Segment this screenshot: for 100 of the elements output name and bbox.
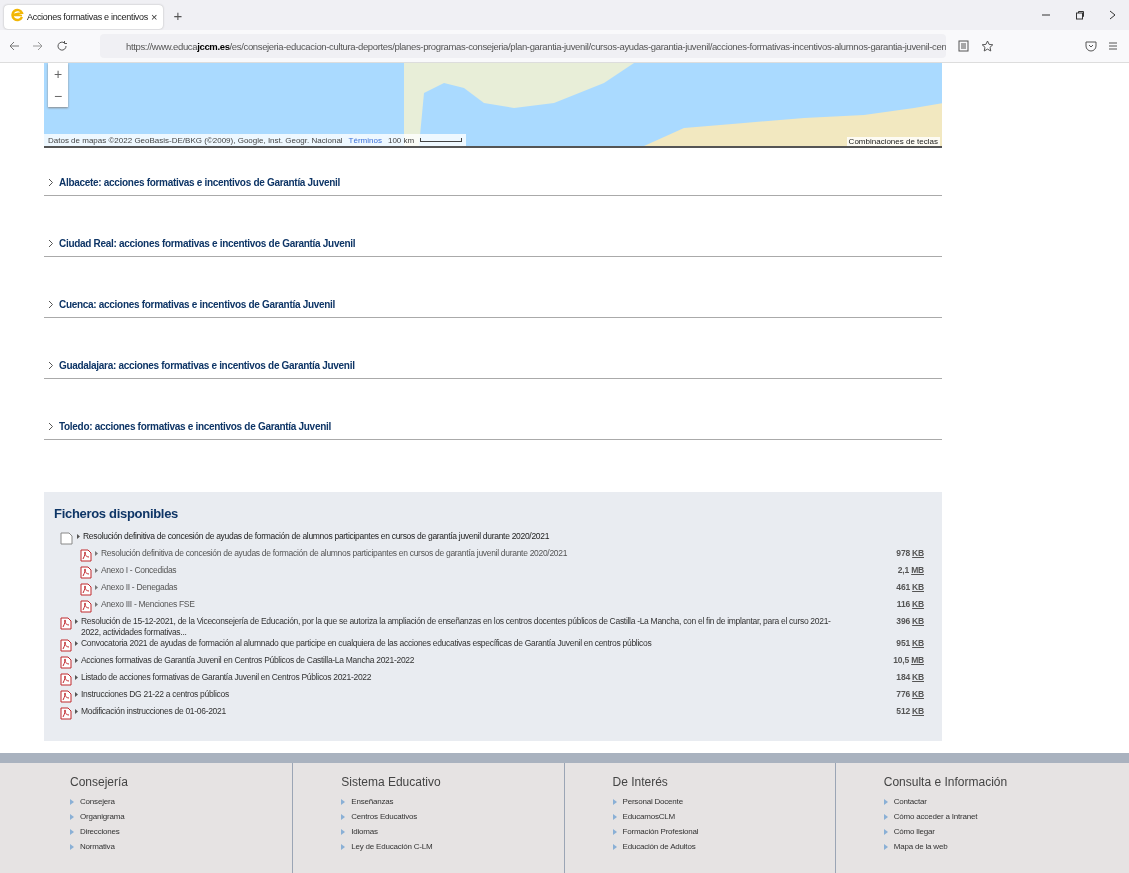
footer-link[interactable]: Normativa — [80, 842, 115, 851]
pdf-icon — [60, 690, 72, 703]
keyboard-shortcuts-link[interactable]: Combinaciones de teclas — [846, 137, 940, 146]
file-link[interactable]: Convocatoria 2021 de ayudas de formación al alumnado que participe en cualquiera de las acciones educativas específicas de Garantía Juvenil en centros públicos — [81, 638, 894, 649]
footer-link[interactable]: EducamosCLM — [622, 812, 675, 821]
file-size: 116 KB — [896, 599, 924, 609]
footer-link[interactable]: Mapa de la web — [893, 842, 948, 851]
footer-link[interactable]: Formación Profesional — [622, 827, 699, 836]
map-attribution: Datos de mapas ©2022 GeoBasis-DE/BKG (©2009), Google, Inst. Geogr. Nacional — [48, 135, 343, 145]
accordion-header[interactable]: Albacete: acciones formativas e incentivos de Garantía Juvenil — [44, 175, 942, 196]
bullet-icon — [95, 585, 98, 590]
chevron-icon — [48, 421, 54, 431]
footer-link[interactable]: Contactar — [893, 797, 927, 806]
footer-link[interactable]: Cómo acceder a Intranet — [893, 812, 978, 821]
footer-link[interactable]: Educación de Adultos — [622, 842, 696, 851]
accordion-header[interactable]: Toledo: acciones formativas e incentivos de Garantía Juvenil — [44, 419, 942, 440]
chevron-icon — [48, 299, 54, 309]
footer-link[interactable]: Personal Docente — [622, 797, 683, 806]
bullet-icon — [612, 798, 617, 805]
footer-heading: De Interés — [612, 775, 669, 789]
file-size: 2,1 MB — [897, 565, 924, 575]
file-link[interactable]: Listado de acciones formativas de Garantía Juvenil en Centros Públicos 2021-2022 — [81, 672, 894, 683]
footer-link[interactable]: Cómo llegar — [893, 827, 935, 836]
file-link[interactable]: Anexo II - Denegadas — [101, 582, 894, 593]
restore-icon[interactable] — [1075, 10, 1085, 20]
bullet-icon — [883, 828, 888, 835]
url-text: https://www.educajccm.es/es/consejeria-educacion-cultura-deportes/planes-programas-consejeria/plan-garantia-juvenil/cursos-ayudas-garantia-juvenil/acciones-formativas-incentivos-alumnos-garantia-juvenil-cen — [126, 40, 946, 52]
footer-link[interactable]: Centros Educativos — [351, 812, 418, 821]
bullet-icon — [75, 619, 78, 624]
file-link[interactable]: Instrucciones DG 21-22 a centros públicos — [81, 689, 894, 700]
browser-tab[interactable]: Acciones formativas e incentivos × — [4, 5, 164, 29]
map-scale: 100 km — [387, 135, 415, 145]
reader-view-icon[interactable] — [958, 40, 969, 52]
bullet-icon — [70, 813, 74, 820]
pdf-icon — [80, 566, 92, 579]
bullet-icon — [75, 641, 78, 646]
map-area[interactable]: + − Datos de mapas ©2022 GeoBasis-DE/BKG (©2009), Google, Inst. Geogr. Nacional Términos 100 km Combinaciones de teclas — [44, 63, 942, 148]
bookmark-star-icon[interactable] — [981, 40, 994, 52]
new-tab-button[interactable]: + — [173, 6, 183, 24]
pdf-icon — [60, 673, 72, 686]
file-link[interactable]: Anexo I - Concedidas — [101, 565, 895, 576]
bullet-icon — [75, 692, 78, 697]
file-size: 184 KB — [896, 672, 924, 682]
file-link[interactable]: Acciones formativas de Garantía Juvenil en Centros Públicos de Castilla-La Mancha 2021-2022 — [81, 655, 891, 666]
chevron-icon — [48, 238, 54, 248]
file-size: 776 KB — [896, 689, 924, 699]
footer-link[interactable]: Consejera — [80, 797, 115, 806]
menu-icon[interactable] — [1109, 41, 1117, 51]
file-link[interactable]: Resolución de 15-12-2021, de la Viceconsejería de Educación, por la que se autoriza la ampliación de enseñanzas en los centros docentes públicos de Castilla -La Mancha, con el fin de implantar, para el curso 2021-2022, actividades formativas... — [81, 616, 894, 638]
back-icon[interactable] — [8, 40, 20, 52]
pdf-icon — [60, 639, 72, 652]
pdf-icon — [80, 600, 92, 613]
terms-link[interactable]: Términos — [348, 135, 382, 145]
reload-icon[interactable] — [56, 40, 68, 52]
document-icon — [60, 532, 74, 545]
file-link[interactable]: Resolución definitiva de concesión de ayudas de formación de alumnos participantes en cursos de garantía juvenil durante 2020/2021 — [83, 531, 924, 542]
bullet-icon — [70, 828, 74, 835]
pdf-icon — [60, 617, 72, 630]
bullet-icon — [75, 658, 78, 663]
bullet-icon — [612, 843, 617, 850]
file-size: 396 KB — [896, 616, 924, 626]
accordion-header[interactable]: Guadalajara: acciones formativas e incentivos de Garantía Juvenil — [44, 358, 942, 379]
file-size: 10,5 MB — [893, 655, 924, 665]
pdf-icon — [60, 656, 72, 669]
file-link[interactable]: Resolución definitiva de concesión de ayudas de formación de alumnos participantes en cursos de garantía juvenil durante 2020/2021 — [101, 548, 894, 559]
file-link[interactable]: Modificación instrucciones de 01-06-2021 — [81, 706, 894, 717]
bullet-icon — [883, 813, 888, 820]
footer-link[interactable]: Direcciones — [80, 827, 120, 836]
file-size: 461 KB — [896, 582, 924, 592]
tab-close-button[interactable]: × — [150, 11, 158, 23]
chevron-icon — [48, 360, 54, 370]
zoom-in-button[interactable]: + — [48, 63, 68, 85]
footer-link[interactable]: Ley de Educación C-LM — [351, 842, 433, 851]
bullet-icon — [341, 813, 346, 820]
bullet-icon — [77, 534, 80, 539]
file-link[interactable]: Anexo III - Menciones FSE — [101, 599, 894, 610]
forward-icon[interactable] — [32, 40, 44, 52]
file-size: 512 KB — [896, 706, 924, 716]
file-size: 951 KB — [896, 638, 924, 648]
accordion-header[interactable]: Ciudad Real: acciones formativas e incentivos de Garantía Juvenil — [44, 236, 942, 257]
bullet-icon — [95, 551, 98, 556]
zoom-out-button[interactable]: − — [48, 85, 68, 107]
pocket-icon[interactable] — [1085, 40, 1097, 52]
bullet-icon — [70, 843, 74, 850]
bullet-icon — [883, 798, 888, 805]
bullet-icon — [95, 568, 98, 573]
tab-title: Acciones formativas e incentivos — [27, 12, 148, 22]
footer-heading: Consejería — [70, 775, 130, 789]
footer-link[interactable]: Enseñanzas — [351, 797, 394, 806]
file-size: 978 KB — [896, 548, 924, 558]
footer-link[interactable]: Idiomas — [351, 827, 378, 836]
footer-link[interactable]: Organigrama — [80, 812, 125, 821]
bullet-icon — [95, 602, 98, 607]
bullet-icon — [75, 675, 78, 680]
pdf-icon — [60, 707, 72, 720]
scale-bar-icon — [420, 138, 463, 142]
bullet-icon — [341, 798, 346, 805]
accordion-header[interactable]: Cuenca: acciones formativas e incentivos de Garantía Juvenil — [44, 297, 942, 318]
bullet-icon — [70, 798, 74, 805]
files-heading: Ficheros disponibles — [54, 506, 180, 521]
